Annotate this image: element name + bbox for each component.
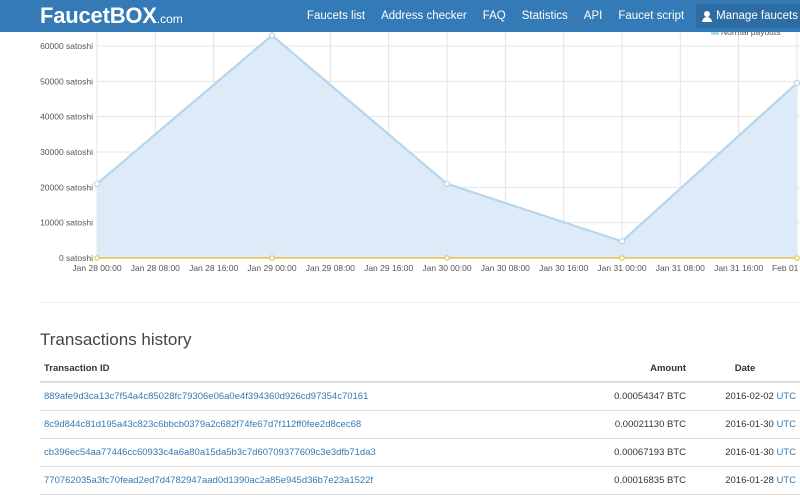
timezone-label[interactable]: UTC xyxy=(776,447,796,458)
nav-menu: Faucets list Address checker FAQ Statist… xyxy=(299,0,800,32)
x-tick-label: Jan 29 08:00 xyxy=(306,263,355,273)
transaction-amount: 0.00054347 BTC xyxy=(570,382,690,411)
transaction-amount: 0.00016835 BTC xyxy=(570,466,690,495)
header-transaction-id: Transaction ID xyxy=(40,356,570,383)
chart-legend: Normal payouts xyxy=(711,32,781,37)
x-tick-label: Feb 01 00:00 xyxy=(772,263,800,273)
x-tick-label: Jan 31 08:00 xyxy=(656,263,705,273)
y-tick-label: 40000 satoshi xyxy=(40,112,93,122)
table-row: 889afe9d3ca13c7f54a4c85028fc79306e06a0e4… xyxy=(40,382,800,411)
timezone-label[interactable]: UTC xyxy=(776,419,796,430)
transaction-amount: 0.00067193 BTC xyxy=(570,438,690,467)
y-tick-label: 0 satoshi xyxy=(59,253,93,263)
baseline-data-point xyxy=(269,255,275,261)
y-tick-label: 60000 satoshi xyxy=(40,41,93,51)
table-row: 8c9d844c81d195a43c823c6bbcb0379a2c682f74… xyxy=(40,410,800,439)
payouts-data-point xyxy=(793,79,800,87)
brand-logo[interactable]: FaucetBOX.com xyxy=(40,3,183,29)
table-header-row: Transaction ID Amount Date xyxy=(40,356,800,383)
payouts-data-point xyxy=(93,180,101,187)
x-tick-label: Jan 31 16:00 xyxy=(714,263,763,273)
y-tick-label: 30000 satoshi xyxy=(40,147,93,157)
transaction-id-link[interactable]: cb396ec54aa77446cc60933c4a6a80a15da5b3c7… xyxy=(44,447,376,458)
header-date: Date xyxy=(690,356,800,383)
payouts-chart: 0 satoshi 10000 satoshi 20000 satoshi 30000… xyxy=(40,32,800,273)
section-divider xyxy=(40,302,800,303)
nav-faq[interactable]: FAQ xyxy=(475,10,514,22)
transaction-date: 2016-01-28 xyxy=(725,474,774,486)
payouts-data-point xyxy=(618,238,626,245)
nav-faucets-list[interactable]: Faucets list xyxy=(299,10,373,22)
nav-address-checker[interactable]: Address checker xyxy=(373,10,475,22)
brand-name: FaucetBOX xyxy=(40,3,157,28)
brand-suffix: .com xyxy=(156,12,183,26)
y-tick-label: 20000 satoshi xyxy=(40,182,93,192)
x-tick-label: Jan 28 00:00 xyxy=(72,263,121,273)
table-row: 770762035a3fc70fead2ed7d4782947aad0d1390… xyxy=(40,466,800,495)
transaction-date: 2016-01-30 xyxy=(725,418,774,430)
transaction-date: 2016-01-30 xyxy=(725,446,774,458)
user-icon xyxy=(702,10,713,22)
x-tick-label: Jan 30 08:00 xyxy=(481,263,530,273)
timezone-label[interactable]: UTC xyxy=(776,475,796,486)
header-amount: Amount xyxy=(570,356,690,383)
x-tick-label: Jan 29 16:00 xyxy=(364,263,413,273)
legend-label: Normal payouts xyxy=(721,32,781,37)
baseline-data-point xyxy=(619,255,625,261)
timezone-label[interactable]: UTC xyxy=(776,391,796,402)
legend-swatch xyxy=(711,32,719,35)
baseline-data-point xyxy=(794,255,800,261)
y-tick-label: 50000 satoshi xyxy=(40,76,93,86)
transaction-id-link[interactable]: 770762035a3fc70fead2ed7d4782947aad0d1390… xyxy=(44,475,373,486)
baseline-data-point xyxy=(444,255,450,261)
baseline-data-point xyxy=(94,255,100,261)
x-tick-label: Jan 30 00:00 xyxy=(422,263,471,273)
nav-faucet-script[interactable]: Faucet script xyxy=(610,10,692,22)
payouts-data-point xyxy=(268,32,276,39)
transactions-title: Transactions history xyxy=(40,330,192,349)
table-row: cb396ec54aa77446cc60933c4a6a80a15da5b3c7… xyxy=(40,438,800,467)
transaction-amount: 0.00021130 BTC xyxy=(570,410,690,439)
transaction-id-link[interactable]: 8c9d844c81d195a43c823c6bbcb0379a2c682f74… xyxy=(44,419,361,430)
y-tick-label: 10000 satoshi xyxy=(40,218,93,228)
x-tick-label: Jan 28 08:00 xyxy=(131,263,180,273)
top-navbar: FaucetBOX.com Faucets list Address check… xyxy=(0,0,800,32)
payouts-data-point xyxy=(443,180,451,187)
x-tick-label: Jan 28 16:00 xyxy=(189,263,238,273)
manage-faucets-button[interactable]: Manage faucets xyxy=(696,4,800,28)
x-tick-label: Jan 29 00:00 xyxy=(247,263,296,273)
nav-statistics[interactable]: Statistics xyxy=(514,10,576,22)
transactions-table: Transaction ID Amount Date 889afe9d3ca13… xyxy=(40,356,800,495)
x-tick-label: Jan 31 00:00 xyxy=(597,263,646,273)
nav-api[interactable]: API xyxy=(576,10,611,22)
transaction-date: 2016-02-02 xyxy=(725,390,774,402)
manage-faucets-label: Manage faucets xyxy=(716,10,798,22)
x-tick-label: Jan 30 16:00 xyxy=(539,263,588,273)
transaction-id-link[interactable]: 889afe9d3ca13c7f54a4c85028fc79306e06a0e4… xyxy=(44,391,368,402)
